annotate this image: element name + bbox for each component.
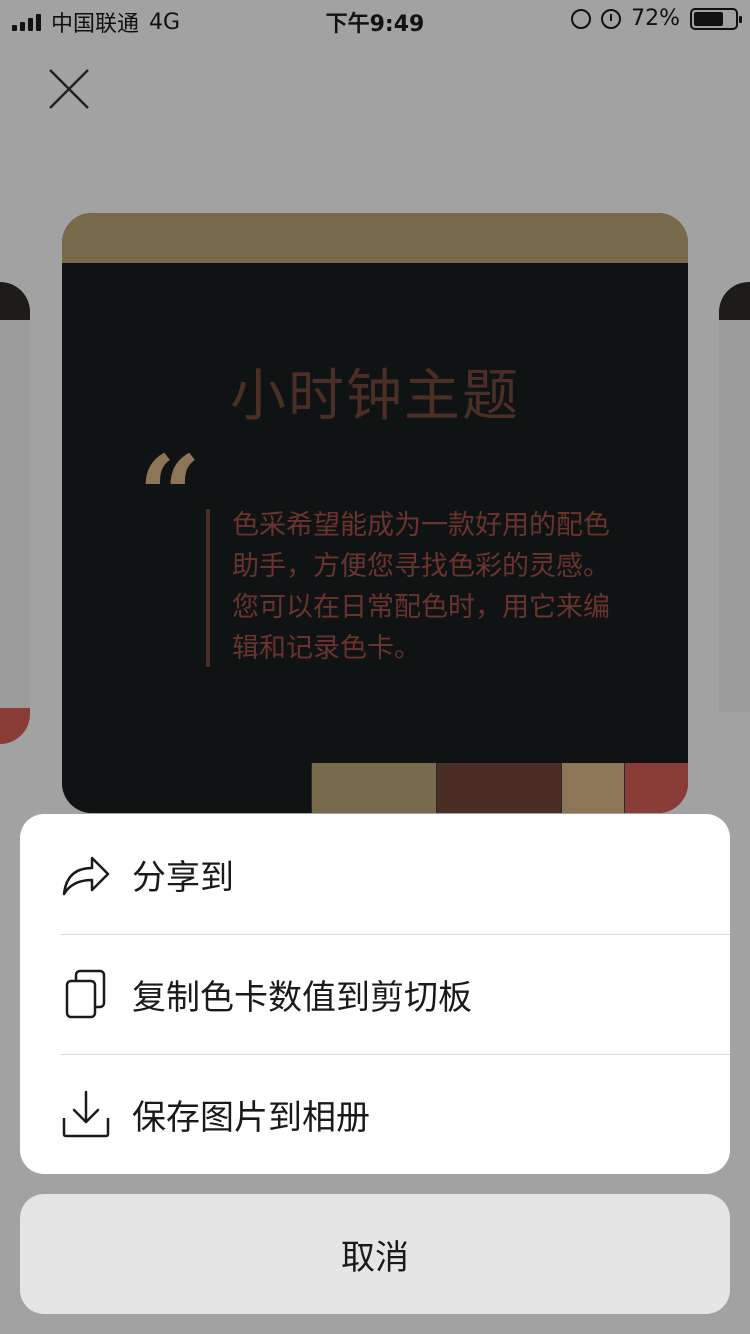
orientation-lock-icon: [571, 8, 592, 29]
close-icon: [49, 69, 89, 109]
color-swatch: [561, 763, 624, 813]
copy-values-label: 复制色卡数值到剪切板: [132, 977, 472, 1018]
next-card-top: [719, 282, 750, 320]
color-swatch: [624, 763, 688, 813]
battery-fill: [694, 11, 723, 26]
previous-card-top: [0, 282, 30, 320]
cancel-button[interactable]: 取消: [20, 1194, 730, 1314]
previous-card-bottom: [0, 708, 30, 744]
color-swatches: [62, 763, 688, 813]
action-sheet: 分享到 复制色卡数值到剪切板 保存图片到相册: [20, 814, 730, 1174]
quote-mark: “: [138, 431, 202, 560]
close-button[interactable]: [44, 64, 94, 114]
color-swatch: [436, 763, 561, 813]
color-swatch: [311, 763, 436, 813]
save-image-action[interactable]: 保存图片到相册: [20, 1054, 730, 1174]
alarm-icon: [601, 8, 622, 29]
battery-percent: 72%: [631, 6, 680, 31]
card-title: 小时钟主题: [230, 364, 520, 429]
download-icon: [60, 1088, 112, 1140]
next-card-preview[interactable]: [719, 282, 750, 712]
status-bar: 中国联通 4G 下午9:49 72%: [0, 0, 750, 40]
quote-text: 色采希望能成为一款好用的配色助手，方便您寻找色彩的灵感。您可以在日常配色时，用它…: [232, 510, 610, 664]
color-card: 小时钟主题 “ 色采希望能成为一款好用的配色助手，方便您寻找色彩的灵感。您可以在…: [62, 213, 688, 813]
save-image-label: 保存图片到相册: [132, 1097, 370, 1138]
color-swatch: [62, 763, 311, 813]
share-label: 分享到: [132, 857, 234, 898]
status-right: 72%: [571, 6, 742, 31]
share-icon: [60, 848, 112, 900]
copy-icon: [60, 968, 112, 1020]
card-top-band: [62, 213, 688, 263]
copy-values-action[interactable]: 复制色卡数值到剪切板: [20, 934, 730, 1054]
battery-icon: [690, 7, 742, 30]
card-body: 小时钟主题 “ 色采希望能成为一款好用的配色助手，方便您寻找色彩的灵感。您可以在…: [62, 263, 688, 763]
previous-card-preview[interactable]: [0, 282, 30, 744]
share-action[interactable]: 分享到: [20, 814, 730, 934]
quote-bar: [206, 509, 210, 667]
